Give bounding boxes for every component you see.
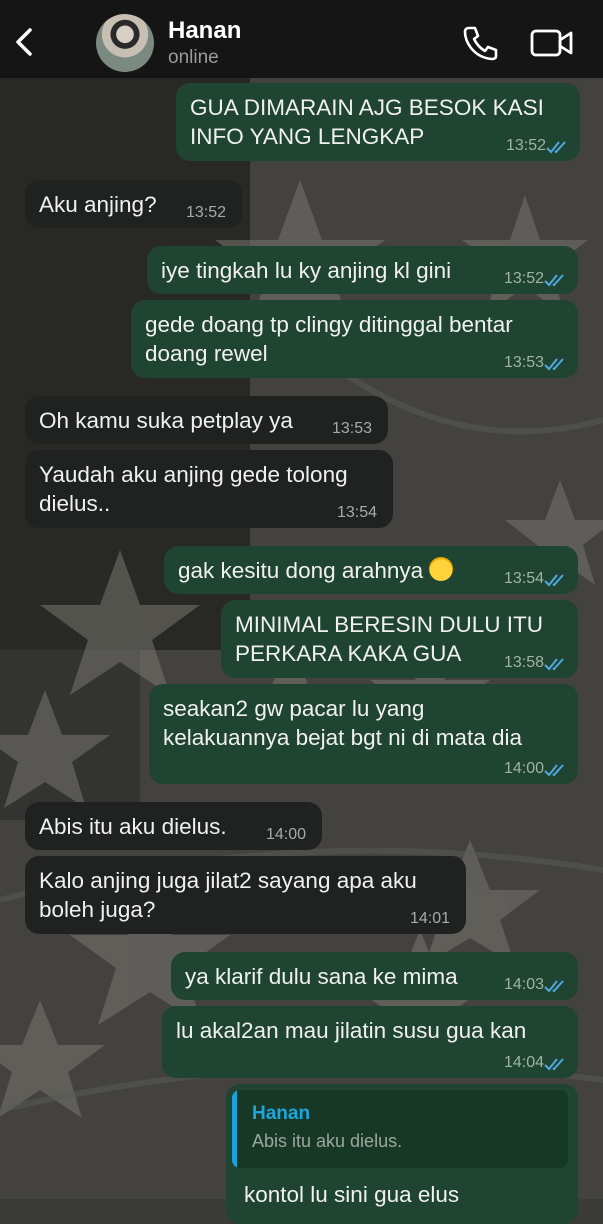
quoted-sender-name: Hanan — [252, 1103, 311, 1124]
message-time: 14:00 — [265, 826, 306, 843]
reply-message-bubble[interactable]: Hanan Abis itu aku dielus. kontol lu sin… — [226, 1084, 578, 1224]
message-text: kontol lu sini gua elus — [244, 1182, 460, 1207]
message-bubble-outgoing[interactable]: seakan2 gw pacar lu yang kelakuannya bej… — [149, 684, 578, 784]
read-receipt-icon — [544, 658, 564, 671]
video-camera-icon — [530, 29, 573, 57]
read-receipt-icon — [546, 141, 566, 154]
message-text: GUA DIMARAIN AJG BESOK KASI INFO YANG LE… — [190, 95, 544, 149]
message-bubble-outgoing[interactable]: iye tingkah lu ky anjing kl gini 13:52 — [147, 246, 578, 294]
message-time: 13:54 — [336, 504, 377, 521]
message-time: 13:52 — [505, 137, 546, 154]
message-time: 14:01 — [409, 910, 450, 927]
read-receipt-icon — [544, 574, 564, 587]
contact-name[interactable]: Hanan — [168, 17, 241, 45]
message-time: 13:52 — [503, 270, 544, 287]
quoted-message[interactable]: Hanan Abis itu aku dielus. — [232, 1090, 568, 1168]
message-text: Yaudah aku anjing gede tolong dielus.. — [39, 462, 348, 516]
read-receipt-icon — [544, 764, 564, 777]
quote-accent-bar — [232, 1090, 237, 1168]
message-bubble-incoming[interactable]: Yaudah aku anjing gede tolong dielus.. 1… — [25, 450, 393, 528]
message-bubble-outgoing[interactable]: gak kesitu dong arahnya 13:54 — [164, 546, 578, 594]
phone-icon — [463, 26, 498, 61]
message-text: lu akal2an mau jilatin susu gua kan — [176, 1018, 527, 1043]
message-time: 13:54 — [503, 570, 544, 587]
message-bubble-outgoing[interactable]: lu akal2an mau jilatin susu gua kan 14:0… — [162, 1006, 578, 1078]
message-bubble-incoming[interactable]: Abis itu aku dielus. 14:00 — [25, 802, 322, 850]
video-call-button[interactable] — [529, 27, 575, 59]
chat-header: Hanan online — [0, 0, 603, 78]
message-text: Oh kamu suka petplay ya — [39, 408, 293, 433]
message-bubble-outgoing[interactable]: MINIMAL BERESIN DULU ITU PERKARA KAKA GU… — [221, 600, 578, 678]
avatar[interactable] — [96, 14, 154, 72]
back-button[interactable] — [8, 22, 42, 62]
message-time: 13:58 — [503, 654, 544, 671]
message-bubble-outgoing[interactable]: ya klarif dulu sana ke mima 14:03 — [171, 952, 578, 1000]
message-bubble-outgoing[interactable]: gede doang tp clingy ditinggal bentar do… — [131, 300, 578, 378]
message-text: gede doang tp clingy ditinggal bentar do… — [145, 312, 513, 366]
message-time: 14:03 — [503, 976, 544, 993]
message-text: iye tingkah lu ky anjing kl gini — [161, 258, 452, 283]
message-bubble-incoming[interactable]: Oh kamu suka petplay ya 13:53 — [25, 396, 388, 444]
message-time: 13:53 — [503, 354, 544, 371]
message-bubble-incoming[interactable]: Aku anjing? 13:52 — [25, 180, 242, 228]
message-bubble-outgoing[interactable]: GUA DIMARAIN AJG BESOK KASI INFO YANG LE… — [176, 83, 580, 161]
contact-status: online — [168, 47, 219, 68]
message-text: gak kesitu dong arahnya — [178, 556, 454, 585]
voice-call-button[interactable] — [461, 24, 501, 62]
message-bubble-incoming[interactable]: Kalo anjing juga jilat2 sayang apa aku b… — [25, 856, 466, 934]
message-time: 14:00 — [503, 760, 544, 777]
read-receipt-icon — [544, 358, 564, 371]
message-time: 13:52 — [185, 204, 226, 221]
read-receipt-icon — [544, 980, 564, 993]
quoted-text: Abis itu aku dielus. — [252, 1131, 403, 1151]
message-text: seakan2 gw pacar lu yang kelakuannya bej… — [163, 696, 522, 750]
message-time: 14:04 — [503, 1054, 544, 1071]
chevron-left-icon — [16, 28, 32, 56]
message-text: Kalo anjing juga jilat2 sayang apa aku b… — [39, 868, 417, 922]
read-receipt-icon — [544, 274, 564, 287]
message-time: 13:53 — [331, 420, 372, 437]
loudly-crying-face-icon — [429, 557, 454, 581]
message-text: MINIMAL BERESIN DULU ITU PERKARA KAKA GU… — [235, 612, 543, 666]
read-receipt-icon — [544, 1058, 564, 1071]
message-text: Abis itu aku dielus. — [39, 814, 227, 839]
message-text: ya klarif dulu sana ke mima — [185, 964, 458, 989]
message-text: Aku anjing? — [39, 192, 157, 217]
